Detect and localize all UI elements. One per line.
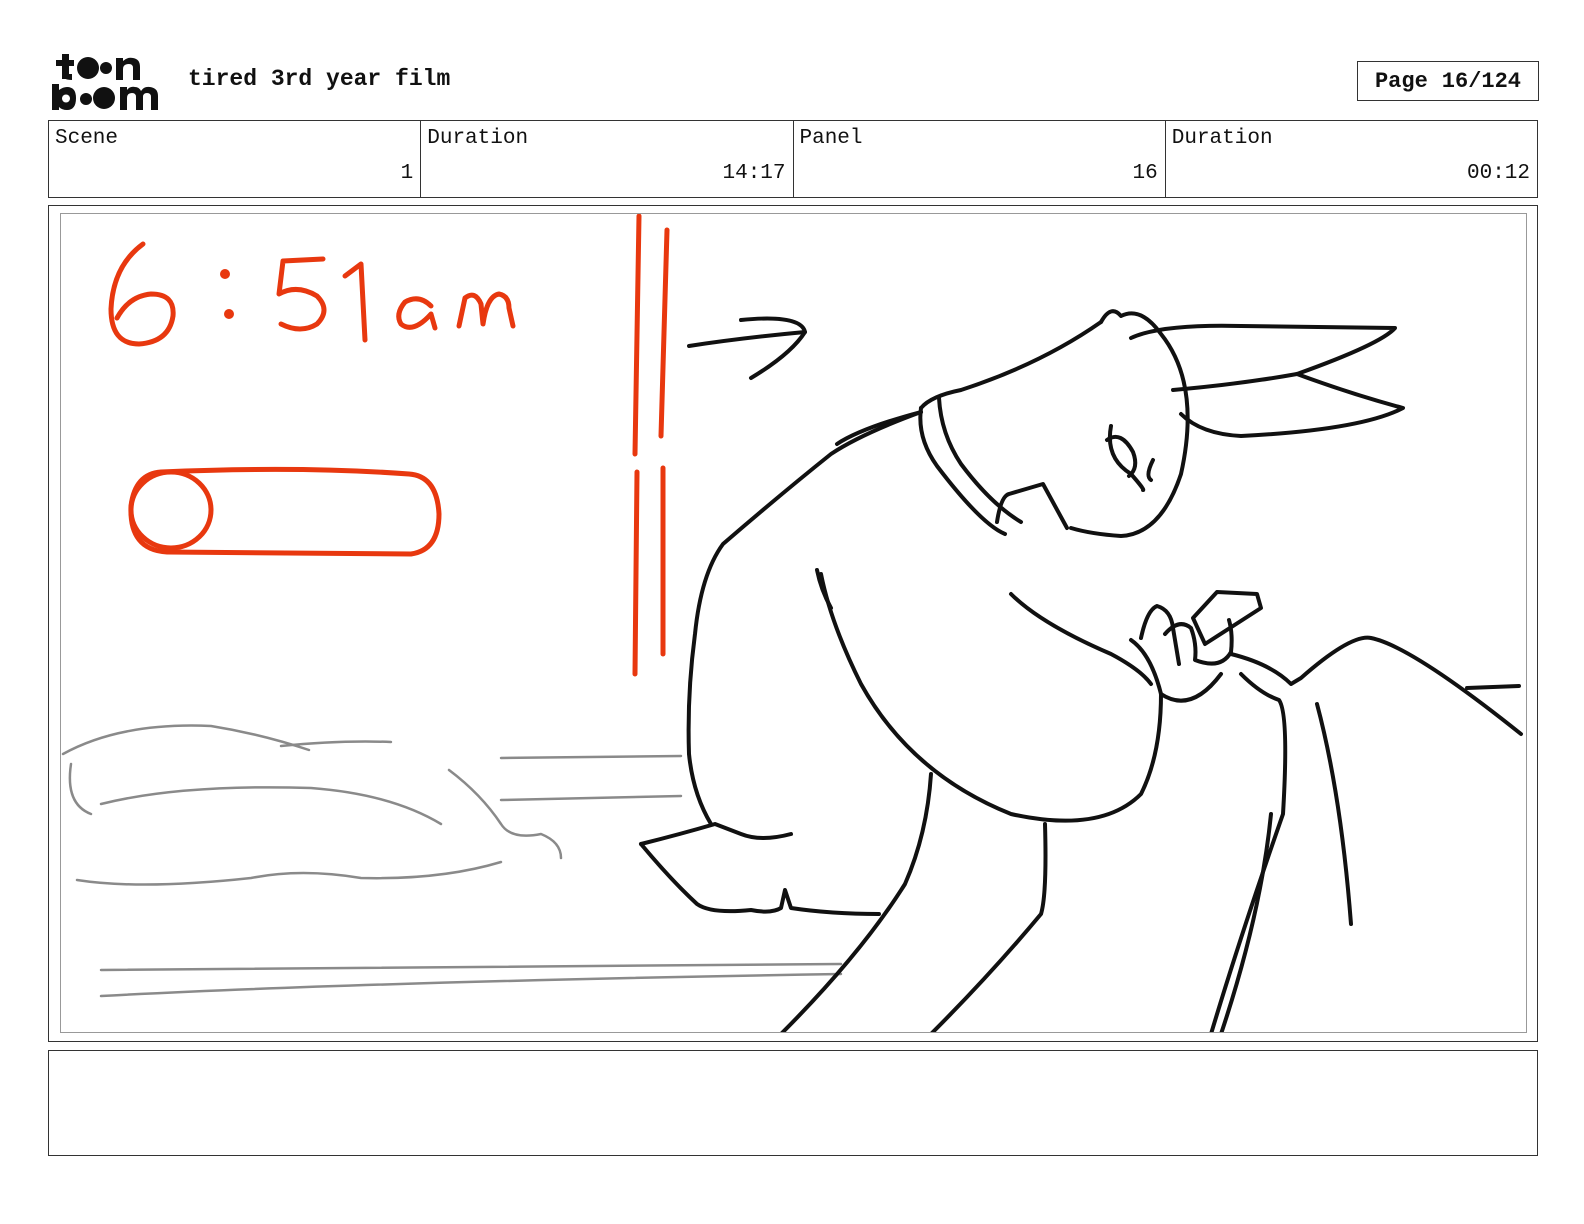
page-number: 16/124: [1441, 68, 1522, 94]
panel-value: 16: [1132, 162, 1158, 185]
panel-duration-value: 00:12: [1466, 162, 1530, 185]
panel-duration-label: Duration: [1171, 127, 1273, 150]
page-label: Page: [1374, 68, 1428, 94]
scene-value: 1: [400, 162, 414, 185]
background-sketch: [61, 724, 843, 998]
time-overlay-sketch: [108, 214, 670, 677]
panel-drawing-area: [60, 213, 1527, 1033]
panel-duration-cell: Duration 00:12: [1166, 121, 1537, 197]
scene-duration-label: Duration: [427, 127, 529, 150]
scene-label: Scene: [55, 127, 119, 150]
storyboard-sketch: [61, 214, 1523, 1032]
panel-label: Panel: [799, 127, 863, 150]
character-sketch: [639, 309, 1523, 1032]
scene-info-table: Scene 1 Duration 14:17 Panel 16 Duration…: [48, 120, 1538, 198]
panel-notes-box: [48, 1050, 1538, 1156]
page-indicator: Page 16/124: [1357, 61, 1539, 101]
panel-cell: Panel 16: [794, 121, 1166, 197]
toon-boom-logo: [50, 50, 166, 112]
scene-duration-value: 14:17: [722, 162, 786, 185]
scene-duration-cell: Duration 14:17: [421, 121, 794, 197]
scene-cell: Scene 1: [49, 121, 422, 197]
panel-frame: [48, 205, 1538, 1042]
project-title: tired 3rd year film: [188, 66, 451, 92]
